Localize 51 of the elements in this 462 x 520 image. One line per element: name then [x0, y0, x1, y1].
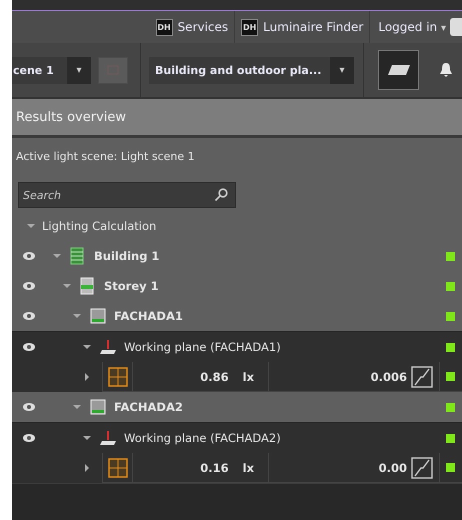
active-scene-label: Active light scene: Light scene 1 [15, 149, 196, 165]
logo: DH [241, 18, 258, 36]
eye-icon [22, 342, 36, 352]
plane-view-button[interactable] [378, 50, 419, 90]
dropdown[interactable]: cene 1 ▾ [12, 56, 91, 84]
status-icon [446, 434, 455, 442]
panel-title: Results overview [12, 99, 462, 138]
illuminance-value: 0.86 [200, 370, 229, 384]
eye-icon [22, 281, 36, 291]
tree-item-label[interactable]: FACHADA1 [114, 309, 183, 323]
uniformity-value: 0.006 [370, 370, 407, 384]
unit-label: lx [242, 370, 254, 384]
status-icon [446, 342, 455, 352]
unit-label: lx [242, 460, 254, 474]
tree-item-label[interactable]: Storey 1 [104, 279, 159, 293]
tree-item-label[interactable]: FACHADA2 [114, 400, 183, 414]
status-icon [446, 252, 455, 260]
caret-icon: ▾ [67, 56, 91, 84]
caret-icon: ▾ [330, 56, 354, 84]
logo: DH [156, 18, 173, 36]
eye-icon [22, 433, 36, 443]
eye-icon [22, 251, 36, 261]
working-plane-icon [98, 429, 118, 447]
uniformity-value: 0.00 [378, 460, 407, 474]
status-icon [446, 402, 455, 412]
tree-item-label[interactable]: Building 1 [94, 249, 160, 263]
working-plane-icon [98, 338, 118, 356]
room-icon [88, 307, 108, 325]
tree-item-label[interactable]: Working plane (FACHADA2) [124, 431, 281, 445]
room-icon [88, 398, 108, 416]
tree-item-label[interactable]: Lighting Calculation [42, 219, 156, 233]
grid-icon [108, 366, 128, 386]
eye-icon [22, 402, 36, 412]
status-icon [446, 312, 455, 320]
status-icon [446, 372, 455, 381]
dropdown[interactable]: Building and outdoor pla... ▾ [149, 56, 354, 84]
tree-item-label[interactable]: Working plane (FACHADA1) [124, 340, 281, 354]
curve-icon [411, 366, 433, 388]
grid-icon [108, 458, 128, 478]
illuminance-value: 0.16 [200, 460, 229, 474]
curve-icon [411, 456, 433, 478]
caret-icon: ▾ [440, 23, 446, 34]
account-menu[interactable]: Logged in ▾ [370, 11, 450, 43]
status-icon [446, 463, 455, 472]
eye-icon [22, 311, 36, 321]
search-field[interactable]: Search [18, 182, 236, 208]
avatar-icon [450, 18, 462, 36]
search-icon [214, 188, 228, 202]
plane-icon [386, 64, 410, 76]
status-icon [446, 282, 455, 290]
bell-icon[interactable] [439, 62, 453, 78]
